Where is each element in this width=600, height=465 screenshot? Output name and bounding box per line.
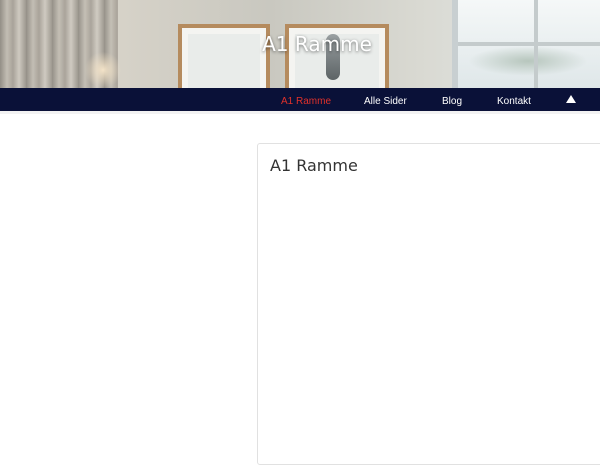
lamp-glow [84,52,122,88]
content-card: A1 Ramme [257,143,600,465]
triangle-up-icon[interactable] [566,95,576,103]
nav-item-blog[interactable]: Blog [442,88,462,111]
nav-item-kontakt[interactable]: Kontakt [497,88,531,111]
hero-banner: A1 Ramme [0,0,600,88]
main-nav: A1 Ramme Alle Sider Blog Kontakt [0,88,600,114]
page-title: A1 Ramme [270,156,358,175]
site-title[interactable]: A1 Ramme [0,32,600,56]
nav-item-a1-ramme[interactable]: A1 Ramme [281,88,331,111]
nav-item-alle-sider[interactable]: Alle Sider [364,88,407,111]
